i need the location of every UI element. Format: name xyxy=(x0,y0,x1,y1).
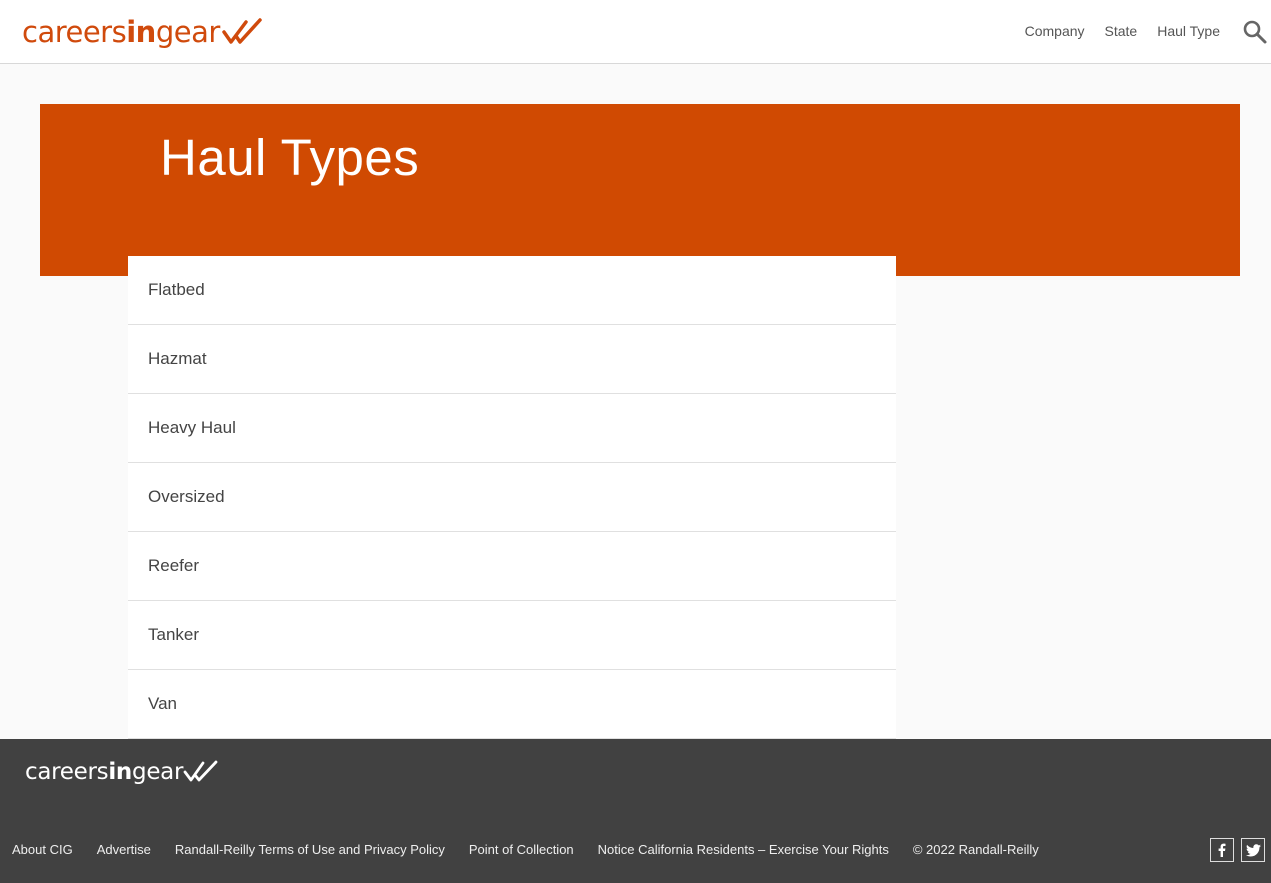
haul-type-hazmat[interactable]: Hazmat xyxy=(128,325,896,394)
footer-link-california-notice[interactable]: Notice California Residents – Exercise Y… xyxy=(598,842,889,857)
search-icon[interactable] xyxy=(1242,19,1268,45)
page-title: Haul Types xyxy=(160,129,420,186)
footer-links: About CIG Advertise Randall-Reilly Terms… xyxy=(12,842,1039,857)
logo-text-careers: careers xyxy=(22,15,127,49)
double-check-icon xyxy=(222,18,262,44)
site-header: careers in gear Company State Haul Type xyxy=(0,0,1271,64)
nav-state[interactable]: State xyxy=(1105,23,1138,39)
haul-type-heavy-haul[interactable]: Heavy Haul xyxy=(128,394,896,463)
main-nav: Company State Haul Type xyxy=(1025,23,1220,39)
haul-type-flatbed[interactable]: Flatbed xyxy=(128,256,896,325)
double-check-icon xyxy=(183,760,218,782)
nav-company[interactable]: Company xyxy=(1025,23,1085,39)
logo-text-in: in xyxy=(126,15,156,49)
footer-link-about[interactable]: About CIG xyxy=(12,842,73,857)
footer-link-advertise[interactable]: Advertise xyxy=(97,842,151,857)
footer-copyright: © 2022 Randall-Reilly xyxy=(912,842,1039,857)
facebook-icon xyxy=(1218,843,1226,857)
facebook-link[interactable] xyxy=(1210,838,1234,862)
footer-link-point-of-collection[interactable]: Point of Collection xyxy=(469,842,574,857)
site-logo[interactable]: careers in gear xyxy=(22,14,264,50)
footer-logo-text-in: in xyxy=(108,759,133,785)
footer-logo[interactable]: careers in gear xyxy=(25,759,219,785)
haul-type-tanker[interactable]: Tanker xyxy=(128,601,896,670)
nav-haul-type[interactable]: Haul Type xyxy=(1157,23,1220,39)
haul-type-reefer[interactable]: Reefer xyxy=(128,532,896,601)
hero-banner: Haul Types xyxy=(40,104,1240,276)
footer-logo-text-gear: gear xyxy=(132,759,184,785)
logo-text-gear: gear xyxy=(155,15,220,49)
haul-type-list: Flatbed Hazmat Heavy Haul Oversized Reef… xyxy=(128,256,896,739)
twitter-icon xyxy=(1245,843,1261,856)
haul-type-oversized[interactable]: Oversized xyxy=(128,463,896,532)
footer-logo-text-careers: careers xyxy=(25,759,109,785)
site-footer: careers in gear About CIG Advertise Randal… xyxy=(0,739,1271,883)
footer-link-terms[interactable]: Randall-Reilly Terms of Use and Privacy … xyxy=(175,842,445,857)
twitter-link[interactable] xyxy=(1241,838,1265,862)
haul-type-van[interactable]: Van xyxy=(128,670,896,739)
